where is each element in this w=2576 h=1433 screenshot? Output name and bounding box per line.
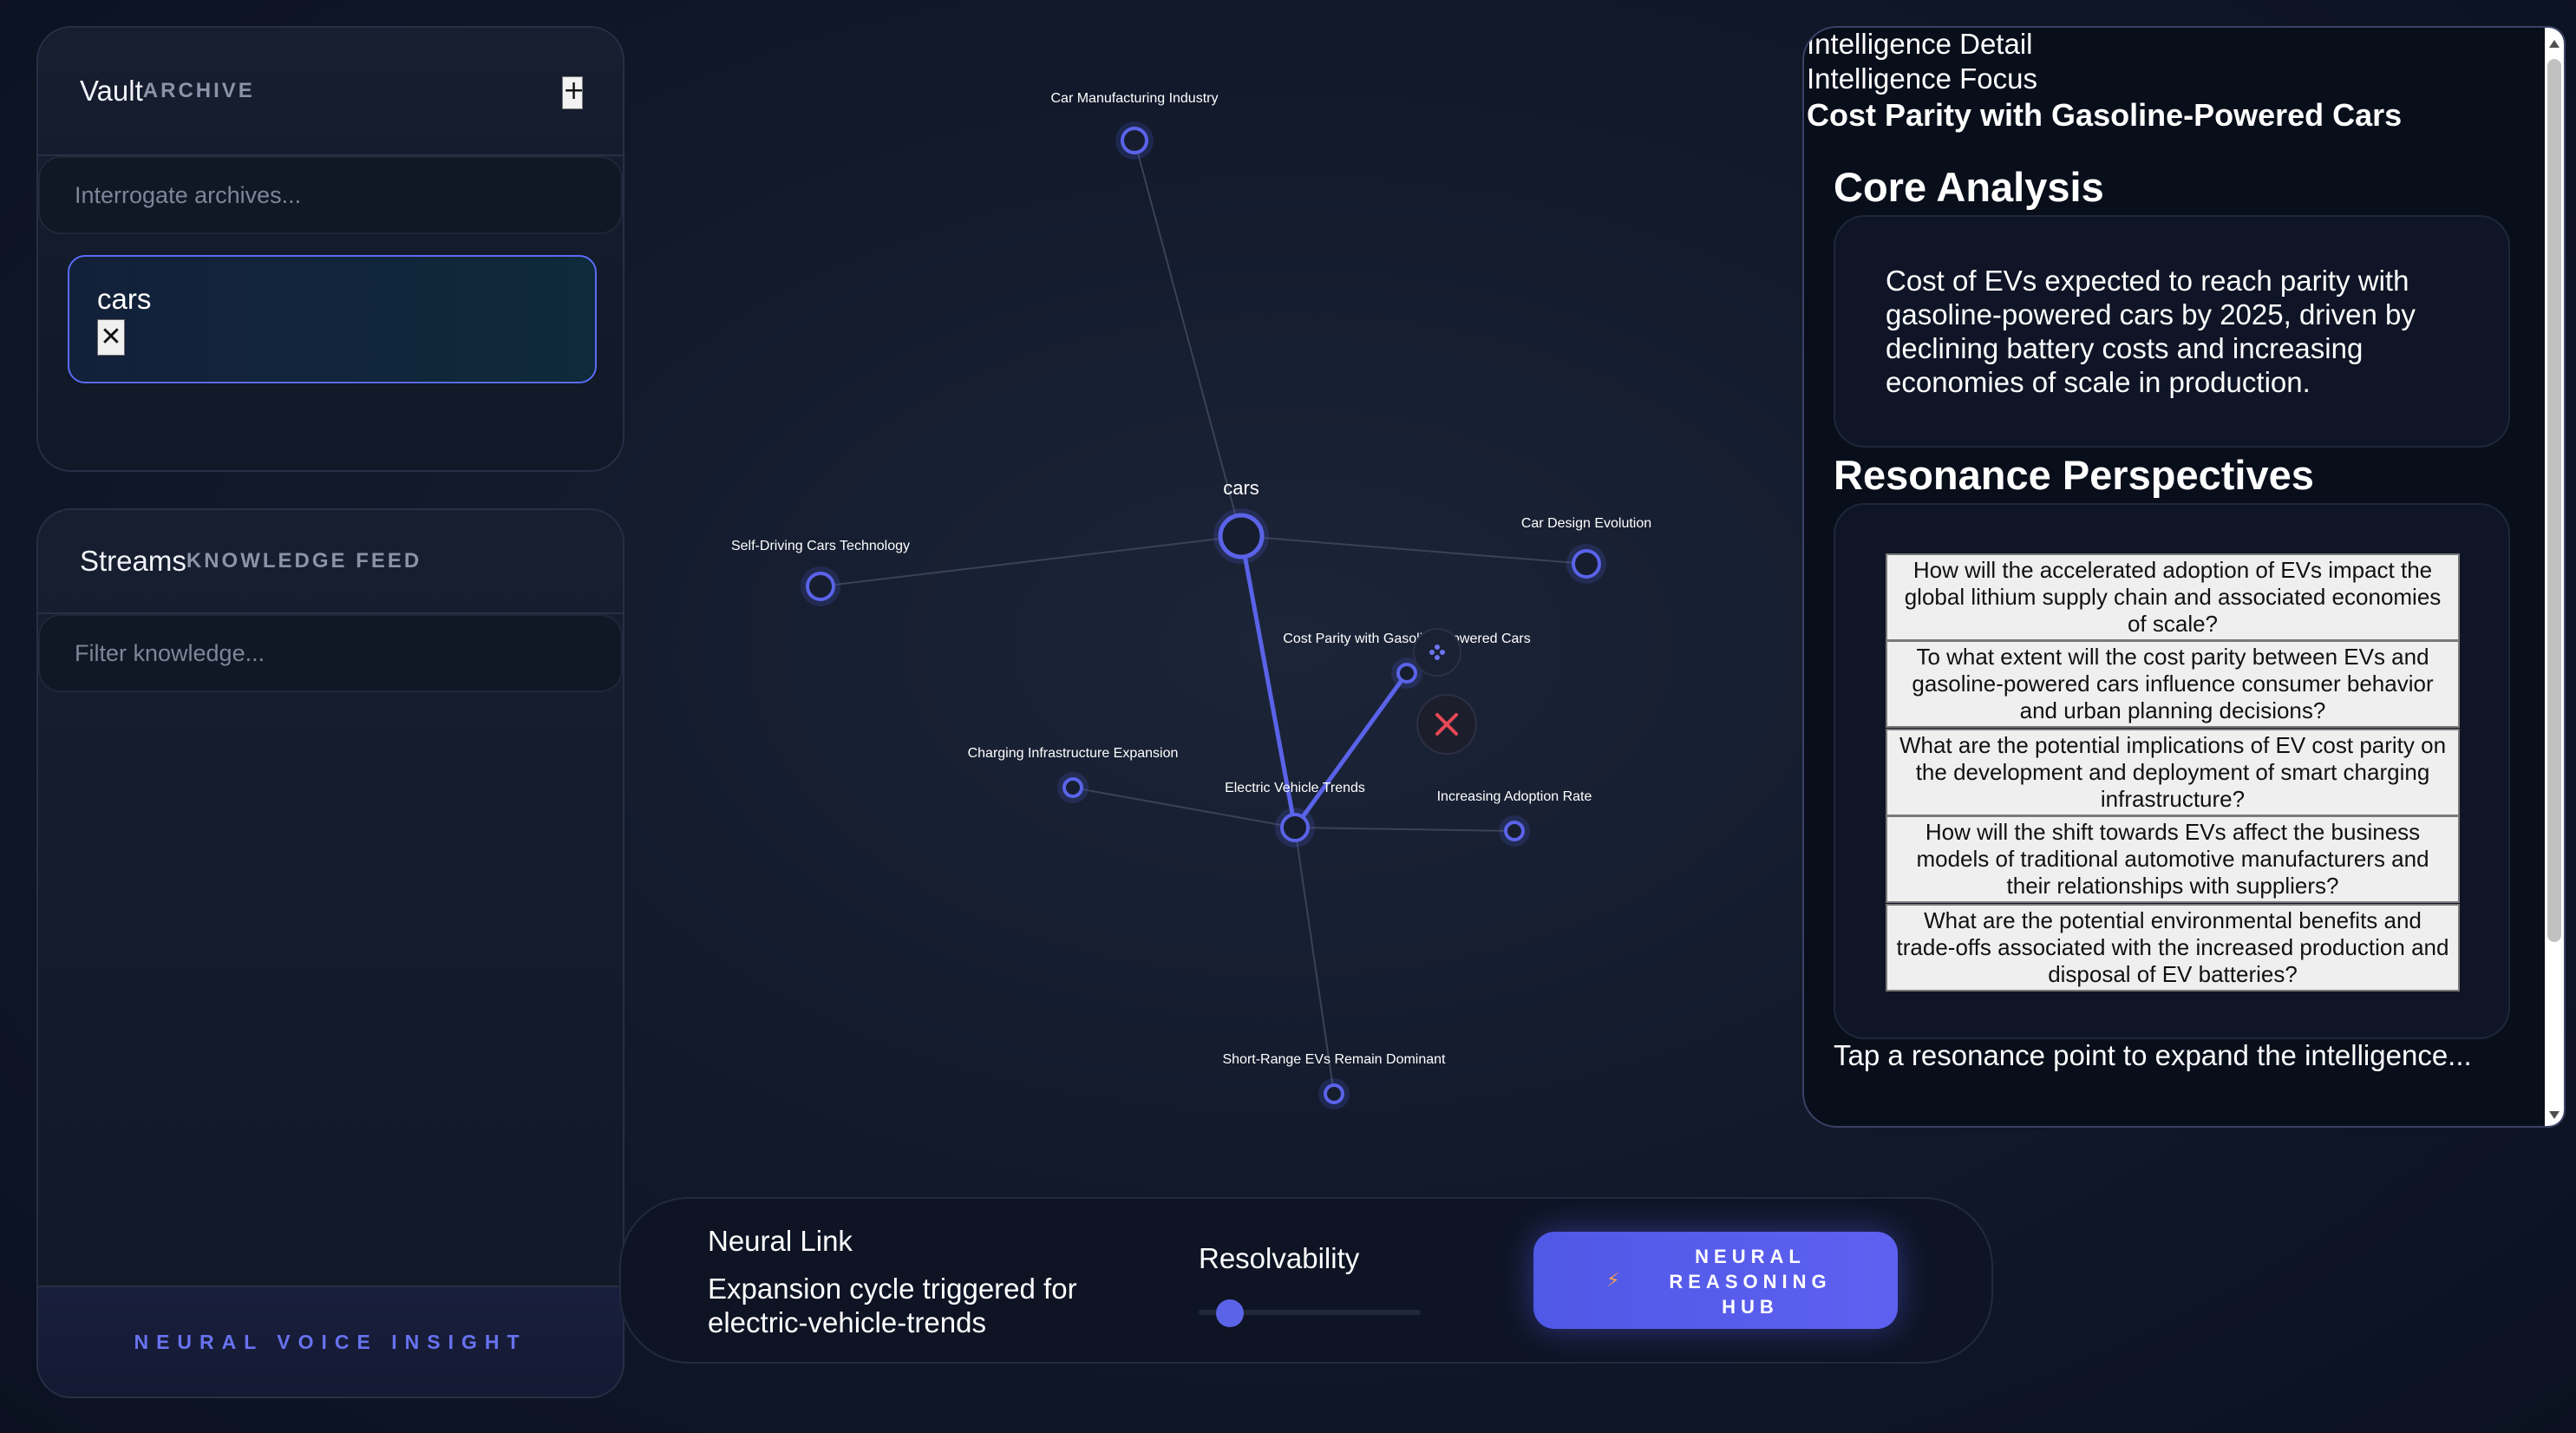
core-analysis-title: Core Analysis: [1834, 164, 2104, 210]
intelligence-detail-panel: Intelligence Detail Intelligence Focus C…: [1802, 26, 2566, 1128]
resonance-card: How will the accelerated adoption of EVs…: [1834, 503, 2510, 1039]
hub-label: NEURAL REASONING HUB: [1669, 1246, 1832, 1318]
move-icon[interactable]: [1413, 628, 1461, 677]
node-circle[interactable]: [1280, 813, 1310, 842]
node-circle[interactable]: [806, 572, 835, 601]
node-label: Car Manufacturing Industry: [1051, 91, 1219, 106]
neural-link-bar: Neural Link Expansion cycle triggered fo…: [619, 1197, 1993, 1364]
node-label: Short-Range EVs Remain Dominant: [1222, 1052, 1446, 1067]
detail-header: Intelligence Detail: [1807, 28, 2033, 60]
graph-node-cost-parity[interactable]: Cost Parity with Gasoline-Powered Cars: [1283, 631, 1531, 689]
graph-node-cars[interactable]: cars: [1213, 477, 1269, 564]
resolvability-label: Resolvability: [1199, 1242, 1360, 1274]
focus-title: Cost Parity with Gasoline-Powered Cars: [1807, 97, 2403, 133]
expand-hint: Tap a resonance point to expand the inte…: [1834, 1039, 2472, 1071]
core-analysis-card: Cost of EVs expected to reach parity wit…: [1834, 215, 2510, 448]
node-circle[interactable]: [1121, 127, 1148, 154]
question-button[interactable]: To what extent will the cost parity betw…: [1886, 640, 2460, 728]
resolvability-slider-handle[interactable]: [1216, 1299, 1244, 1327]
node-label: Cost Parity with Gasoline-Powered Cars: [1283, 631, 1530, 646]
question-button[interactable]: How will the accelerated adoption of EVs…: [1886, 553, 2460, 641]
detail-focus-label: Intelligence Focus: [1807, 62, 2037, 95]
graph-node-self-driving-cars-technology[interactable]: Self-Driving Cars Technology: [731, 539, 910, 606]
question-button[interactable]: What are the potential implications of E…: [1886, 729, 2460, 816]
graph-node-car-design-evolution[interactable]: Car Design Evolution: [1521, 516, 1651, 584]
node-circle[interactable]: [1504, 821, 1525, 841]
neural-link-message: Expansion cycle triggered for electric-v…: [708, 1273, 1077, 1338]
scrollbar-thumb[interactable]: [2547, 59, 2561, 942]
neural-link-title: Neural Link: [708, 1225, 853, 1257]
scrollbar[interactable]: [2545, 28, 2564, 1126]
node-label: Car Design Evolution: [1521, 516, 1651, 531]
node-circle[interactable]: [1324, 1083, 1344, 1104]
graph-edge: [1240, 535, 1587, 565]
graph-edge: [1294, 827, 1515, 832]
node-label: Charging Infrastructure Expansion: [968, 746, 1179, 761]
bolt-icon: ⚡: [1606, 1270, 1620, 1292]
question-button[interactable]: How will the shift towards EVs affect th…: [1886, 815, 2460, 903]
core-analysis-text: Cost of EVs expected to reach parity wit…: [1886, 265, 2416, 398]
graph-edge: [1292, 671, 1409, 829]
resonance-title: Resonance Perspectives: [1834, 452, 2314, 498]
node-label: Electric Vehicle Trends: [1225, 781, 1365, 795]
node-circle[interactable]: [1396, 663, 1417, 684]
graph-node-short-range-evs[interactable]: Short-Range EVs Remain Dominant: [1222, 1052, 1446, 1109]
node-label: Increasing Adoption Rate: [1437, 789, 1592, 804]
node-circle[interactable]: [1572, 549, 1601, 579]
graph-node-electric-vehicle-trends[interactable]: Electric Vehicle Trends: [1225, 781, 1365, 847]
neural-reasoning-hub-button[interactable]: ⚡ NEURAL REASONING HUB: [1533, 1232, 1898, 1329]
graph-node-car-manufacturing-industry[interactable]: Car Manufacturing Industry: [1051, 91, 1219, 160]
graph-node-charging-infrastructure-expansion[interactable]: Charging Infrastructure Expansion: [968, 746, 1179, 803]
node-circle[interactable]: [1062, 777, 1083, 798]
node-circle[interactable]: [1218, 513, 1265, 559]
scroll-up-icon[interactable]: [2549, 40, 2560, 48]
scroll-down-icon[interactable]: [2549, 1111, 2560, 1119]
question-button[interactable]: What are the potential environmental ben…: [1886, 904, 2460, 991]
close-icon[interactable]: [1416, 694, 1477, 755]
node-label: Self-Driving Cars Technology: [731, 539, 910, 553]
node-label: cars: [1223, 477, 1259, 499]
graph-node-increasing-adoption-rate[interactable]: Increasing Adoption Rate: [1437, 789, 1592, 847]
